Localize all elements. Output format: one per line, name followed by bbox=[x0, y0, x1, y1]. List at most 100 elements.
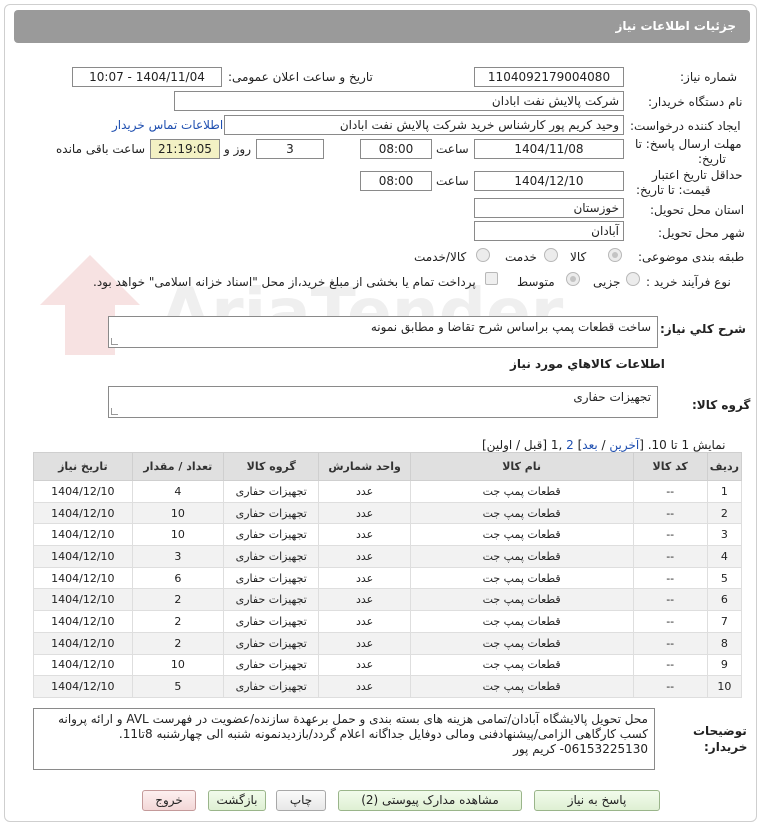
pager-next-link[interactable]: بعد bbox=[582, 438, 597, 452]
back-button[interactable]: بازگشت bbox=[208, 790, 266, 811]
cell-row-num: 8 bbox=[706, 631, 743, 655]
table-row: 10 -- قطعات پمپ جت عدد تجهیزات حفاری 5 1404/12… bbox=[33, 675, 743, 698]
cell-qty: 3 bbox=[131, 545, 224, 568]
exit-button[interactable]: خروج bbox=[142, 790, 196, 811]
buyer-org-label: نام دستگاه خریدار: bbox=[648, 95, 743, 109]
pager-page-2-link[interactable]: 2 bbox=[566, 438, 574, 452]
cell-unit: عدد bbox=[318, 480, 411, 503]
cell-date: 1404/12/10 bbox=[33, 523, 133, 547]
table-row: 4 -- قطعات پمپ جت عدد تجهیزات حفاری 3 1404/12/… bbox=[33, 545, 743, 568]
category-radio-goods[interactable] bbox=[608, 248, 622, 262]
need-number-field: 1104092179004080 bbox=[474, 67, 624, 87]
province-label: استان محل تحویل: bbox=[650, 203, 745, 217]
cell-qty: 10 bbox=[131, 523, 224, 547]
cell-row-num: 4 bbox=[706, 545, 743, 568]
table-row: 3 -- قطعات پمپ جت عدد تجهیزات حفاری 10 1404/12… bbox=[33, 523, 743, 547]
table-body: 1 -- قطعات پمپ جت عدد تجهیزات حفاری 4 1404/12/… bbox=[33, 480, 743, 698]
cell-row-num: 1 bbox=[706, 480, 743, 503]
cell-name: قطعات پمپ جت bbox=[409, 610, 634, 633]
remaining-label: ساعت باقی مانده bbox=[56, 142, 146, 156]
days-label: روز و bbox=[224, 142, 251, 156]
category-option-goods-service: کالا/خدمت bbox=[414, 250, 467, 264]
remaining-time-field: 21:19:05 bbox=[150, 139, 220, 159]
province-field: خوزستان bbox=[474, 198, 624, 218]
goods-table: ردیف کد کالا نام کالا واحد شمارش گروه کا… bbox=[33, 452, 743, 698]
buyer-org-field: شرکت پالایش نفت ابادان bbox=[174, 91, 624, 111]
deadline-label-1: مهلت ارسال پاسخ: تا bbox=[635, 137, 742, 151]
resize-grip-icon bbox=[111, 338, 118, 345]
pager-last-link[interactable]: آخرین bbox=[609, 438, 639, 452]
col-header-group: گروه کالا bbox=[222, 452, 320, 481]
cell-code: -- bbox=[632, 588, 708, 612]
cell-row-num: 6 bbox=[706, 588, 743, 612]
deadline-date-field: 1404/11/08 bbox=[474, 139, 624, 159]
cell-unit: عدد bbox=[318, 501, 411, 525]
resize-grip-icon bbox=[111, 408, 118, 415]
cell-date: 1404/12/10 bbox=[33, 631, 133, 655]
cell-row-num: 3 bbox=[706, 523, 743, 547]
goods-section-title: اطلاعات کالاهاي مورد نياز bbox=[510, 357, 665, 371]
table-row: 6 -- قطعات پمپ جت عدد تجهیزات حفاری 2 1404/12/… bbox=[33, 588, 743, 612]
process-radio-medium[interactable] bbox=[566, 272, 580, 286]
need-number-label: شماره نیاز: bbox=[680, 70, 737, 84]
cell-unit: عدد bbox=[318, 631, 411, 655]
summary-textarea: ساخت قطعات پمپ براساس شرح تقاضا و مطابق … bbox=[108, 316, 658, 348]
pager: نمایش 1 تا 10. [آخرین / بعد] 2 ,1 [قبل /… bbox=[482, 438, 725, 452]
cell-date: 1404/12/10 bbox=[33, 610, 133, 633]
cell-code: -- bbox=[632, 545, 708, 568]
pager-mid: ] bbox=[573, 438, 583, 452]
cell-date: 1404/12/10 bbox=[33, 653, 133, 677]
cell-qty: 5 bbox=[131, 675, 224, 698]
cell-date: 1404/12/10 bbox=[33, 501, 133, 525]
cell-code: -- bbox=[632, 631, 708, 655]
treasury-checkbox[interactable] bbox=[485, 272, 498, 285]
process-option-medium: متوسط bbox=[517, 275, 555, 289]
col-header-code: کد کالا bbox=[632, 452, 708, 481]
cell-unit: عدد bbox=[318, 523, 411, 547]
cell-code: -- bbox=[632, 610, 708, 633]
pager-sep: / bbox=[597, 438, 610, 452]
days-field: 3 bbox=[256, 139, 324, 159]
cell-group: تجهیزات حفاری bbox=[222, 566, 320, 590]
cell-row-num: 7 bbox=[706, 610, 743, 633]
deadline-time-field: 08:00 bbox=[360, 139, 432, 159]
cell-qty: 2 bbox=[131, 610, 224, 633]
pager-prefix: نمایش 1 تا 10. [ bbox=[639, 438, 726, 452]
table-row: 2 -- قطعات پمپ جت عدد تجهیزات حفاری 10 1404/12… bbox=[33, 501, 743, 525]
view-attachments-button[interactable]: مشاهده مدارک پیوستی (2) bbox=[338, 790, 522, 811]
reply-button[interactable]: پاسخ به نیاز bbox=[534, 790, 660, 811]
cell-row-num: 2 bbox=[706, 501, 743, 525]
cell-qty: 10 bbox=[131, 501, 224, 525]
process-radio-minor[interactable] bbox=[626, 272, 640, 286]
cell-code: -- bbox=[632, 653, 708, 677]
validity-time-label: ساعت bbox=[436, 174, 469, 188]
cell-group: تجهیزات حفاری bbox=[222, 480, 320, 503]
col-header-row-num: ردیف bbox=[706, 452, 743, 481]
summary-text: ساخت قطعات پمپ براساس شرح تقاضا و مطابق … bbox=[370, 320, 651, 334]
creator-field: وحید کریم پور کارشناس خرید شرکت پالایش ن… bbox=[224, 115, 624, 135]
treasury-note: پرداخت تمام یا بخشی از مبلغ خرید،از محل … bbox=[93, 275, 476, 289]
category-label: طبقه بندی موضوعی: bbox=[638, 250, 745, 264]
city-label: شهر محل تحویل: bbox=[658, 226, 745, 240]
cell-group: تجهیزات حفاری bbox=[222, 501, 320, 525]
col-header-name: نام کالا bbox=[409, 452, 634, 481]
process-option-minor: جزیی bbox=[593, 275, 621, 289]
buyer-contact-link[interactable]: اطلاعات تماس خریدار bbox=[112, 118, 223, 132]
cell-date: 1404/12/10 bbox=[33, 588, 133, 612]
goods-group-textarea: تجهیزات حفاری bbox=[108, 386, 658, 418]
cell-unit: عدد bbox=[318, 675, 411, 698]
col-header-unit: واحد شمارش bbox=[318, 452, 411, 481]
category-radio-goods-service[interactable] bbox=[476, 248, 490, 262]
col-header-date: تاریخ نیاز bbox=[33, 452, 133, 481]
table-row: 8 -- قطعات پمپ جت عدد تجهیزات حفاری 2 1404/12/… bbox=[33, 631, 743, 655]
category-radio-service[interactable] bbox=[544, 248, 558, 262]
cell-row-num: 5 bbox=[706, 566, 743, 590]
cell-group: تجهیزات حفاری bbox=[222, 588, 320, 612]
cell-name: قطعات پمپ جت bbox=[409, 480, 634, 503]
cell-name: قطعات پمپ جت bbox=[409, 523, 634, 547]
cell-unit: عدد bbox=[318, 588, 411, 612]
cell-date: 1404/12/10 bbox=[33, 545, 133, 568]
cell-row-num: 10 bbox=[706, 675, 743, 698]
print-button[interactable]: چاپ bbox=[276, 790, 326, 811]
cell-qty: 10 bbox=[131, 653, 224, 677]
